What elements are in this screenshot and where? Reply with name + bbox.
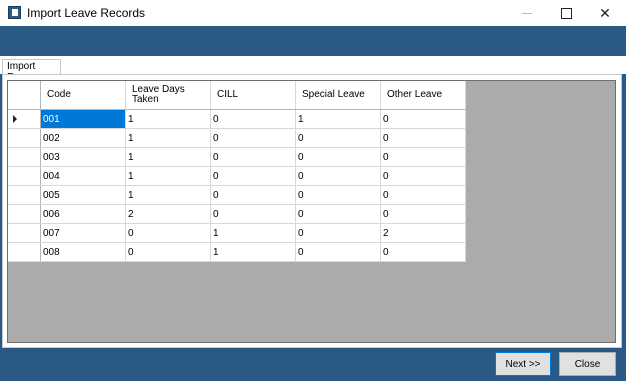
minimize-button[interactable] <box>508 0 546 26</box>
maximize-icon <box>560 7 572 19</box>
column-header-special-leave[interactable]: Special Leave <box>295 81 381 110</box>
next-button[interactable]: Next >> <box>495 352 551 376</box>
cell-other-leave[interactable]: 0 <box>380 242 466 262</box>
cell-cill[interactable]: 0 <box>210 204 296 224</box>
grid-body: 001 1 0 1 0 002 1 0 0 0 003 1 0 0 0 004 1 0 0 0 005 1 0 0 0 006 2 0… <box>8 109 466 262</box>
cell-other-leave[interactable]: 0 <box>380 128 466 148</box>
close-window-button[interactable]: ✕ <box>586 0 624 26</box>
import-grid[interactable]: Code Leave Days Taken CILL Special Leave… <box>7 80 616 343</box>
cell-cill[interactable]: 0 <box>210 128 296 148</box>
cell-special-leave[interactable]: 0 <box>295 223 381 243</box>
row-header[interactable] <box>8 242 41 262</box>
cell-code[interactable]: 002 <box>40 128 126 148</box>
row-header[interactable] <box>8 185 41 205</box>
table-row[interactable]: 008 0 1 0 0 <box>8 242 466 262</box>
table-row[interactable]: 006 2 0 0 0 <box>8 204 466 224</box>
app-icon <box>8 6 21 19</box>
cell-other-leave[interactable]: 0 <box>380 147 466 167</box>
cell-code[interactable]: 005 <box>40 185 126 205</box>
table-row[interactable]: 005 1 0 0 0 <box>8 185 466 205</box>
cell-special-leave[interactable]: 0 <box>295 204 381 224</box>
cell-other-leave[interactable]: 2 <box>380 223 466 243</box>
cell-special-leave[interactable]: 0 <box>295 128 381 148</box>
column-header-leave-days-taken[interactable]: Leave Days Taken <box>125 81 211 110</box>
cell-special-leave[interactable]: 1 <box>295 109 381 129</box>
row-header-corner <box>8 81 41 110</box>
table-row[interactable]: 002 1 0 0 0 <box>8 128 466 148</box>
tab-import-rows[interactable]: Import Rows <box>2 59 61 83</box>
window-title: Import Leave Records <box>27 6 146 20</box>
row-header[interactable] <box>8 223 41 243</box>
cell-cill[interactable]: 1 <box>210 242 296 262</box>
close-button[interactable]: Close <box>559 352 616 376</box>
row-header[interactable] <box>8 166 41 186</box>
cell-cill[interactable]: 1 <box>210 223 296 243</box>
row-header[interactable] <box>8 128 41 148</box>
table-row[interactable]: 004 1 0 0 0 <box>8 166 466 186</box>
row-header[interactable] <box>8 204 41 224</box>
cell-cill[interactable]: 0 <box>210 147 296 167</box>
cell-code[interactable]: 003 <box>40 147 126 167</box>
header-banner <box>0 26 626 56</box>
grid-header-row: Code Leave Days Taken CILL Special Leave… <box>8 81 466 110</box>
cell-leave-days-taken[interactable]: 0 <box>125 223 211 243</box>
row-header[interactable] <box>8 147 41 167</box>
column-header-cill[interactable]: CILL <box>210 81 296 110</box>
table-row[interactable]: 007 0 1 0 2 <box>8 223 466 243</box>
cell-other-leave[interactable]: 0 <box>380 109 466 129</box>
cell-code[interactable]: 001 <box>40 109 126 129</box>
cell-leave-days-taken[interactable]: 1 <box>125 166 211 186</box>
cell-leave-days-taken[interactable]: 1 <box>125 109 211 129</box>
cell-cill[interactable]: 0 <box>210 185 296 205</box>
cell-leave-days-taken[interactable]: 1 <box>125 147 211 167</box>
title-bar: Import Leave Records ✕ <box>0 0 626 26</box>
cell-leave-days-taken[interactable]: 2 <box>125 204 211 224</box>
cell-special-leave[interactable]: 0 <box>295 166 381 186</box>
cell-other-leave[interactable]: 0 <box>380 166 466 186</box>
column-header-code[interactable]: Code <box>40 81 126 110</box>
table-row[interactable]: 001 1 0 1 0 <box>8 109 466 129</box>
row-header[interactable] <box>8 109 41 129</box>
cell-cill[interactable]: 0 <box>210 166 296 186</box>
grid-table: Code Leave Days Taken CILL Special Leave… <box>8 81 466 262</box>
cell-special-leave[interactable]: 0 <box>295 147 381 167</box>
cell-code[interactable]: 006 <box>40 204 126 224</box>
tab-strip <box>0 56 626 74</box>
cell-leave-days-taken[interactable]: 0 <box>125 242 211 262</box>
maximize-button[interactable] <box>547 0 585 26</box>
cell-cill[interactable]: 0 <box>210 109 296 129</box>
table-row[interactable]: 003 1 0 0 0 <box>8 147 466 167</box>
cell-special-leave[interactable]: 0 <box>295 185 381 205</box>
cell-other-leave[interactable]: 0 <box>380 204 466 224</box>
cell-special-leave[interactable]: 0 <box>295 242 381 262</box>
cell-code[interactable]: 008 <box>40 242 126 262</box>
cell-code[interactable]: 007 <box>40 223 126 243</box>
current-row-arrow-icon <box>13 115 17 123</box>
close-icon: ✕ <box>599 4 611 21</box>
cell-leave-days-taken[interactable]: 1 <box>125 128 211 148</box>
column-header-other-leave[interactable]: Other Leave <box>380 81 466 110</box>
minimize-icon <box>522 12 532 14</box>
cell-code[interactable]: 004 <box>40 166 126 186</box>
cell-other-leave[interactable]: 0 <box>380 185 466 205</box>
cell-leave-days-taken[interactable]: 1 <box>125 185 211 205</box>
